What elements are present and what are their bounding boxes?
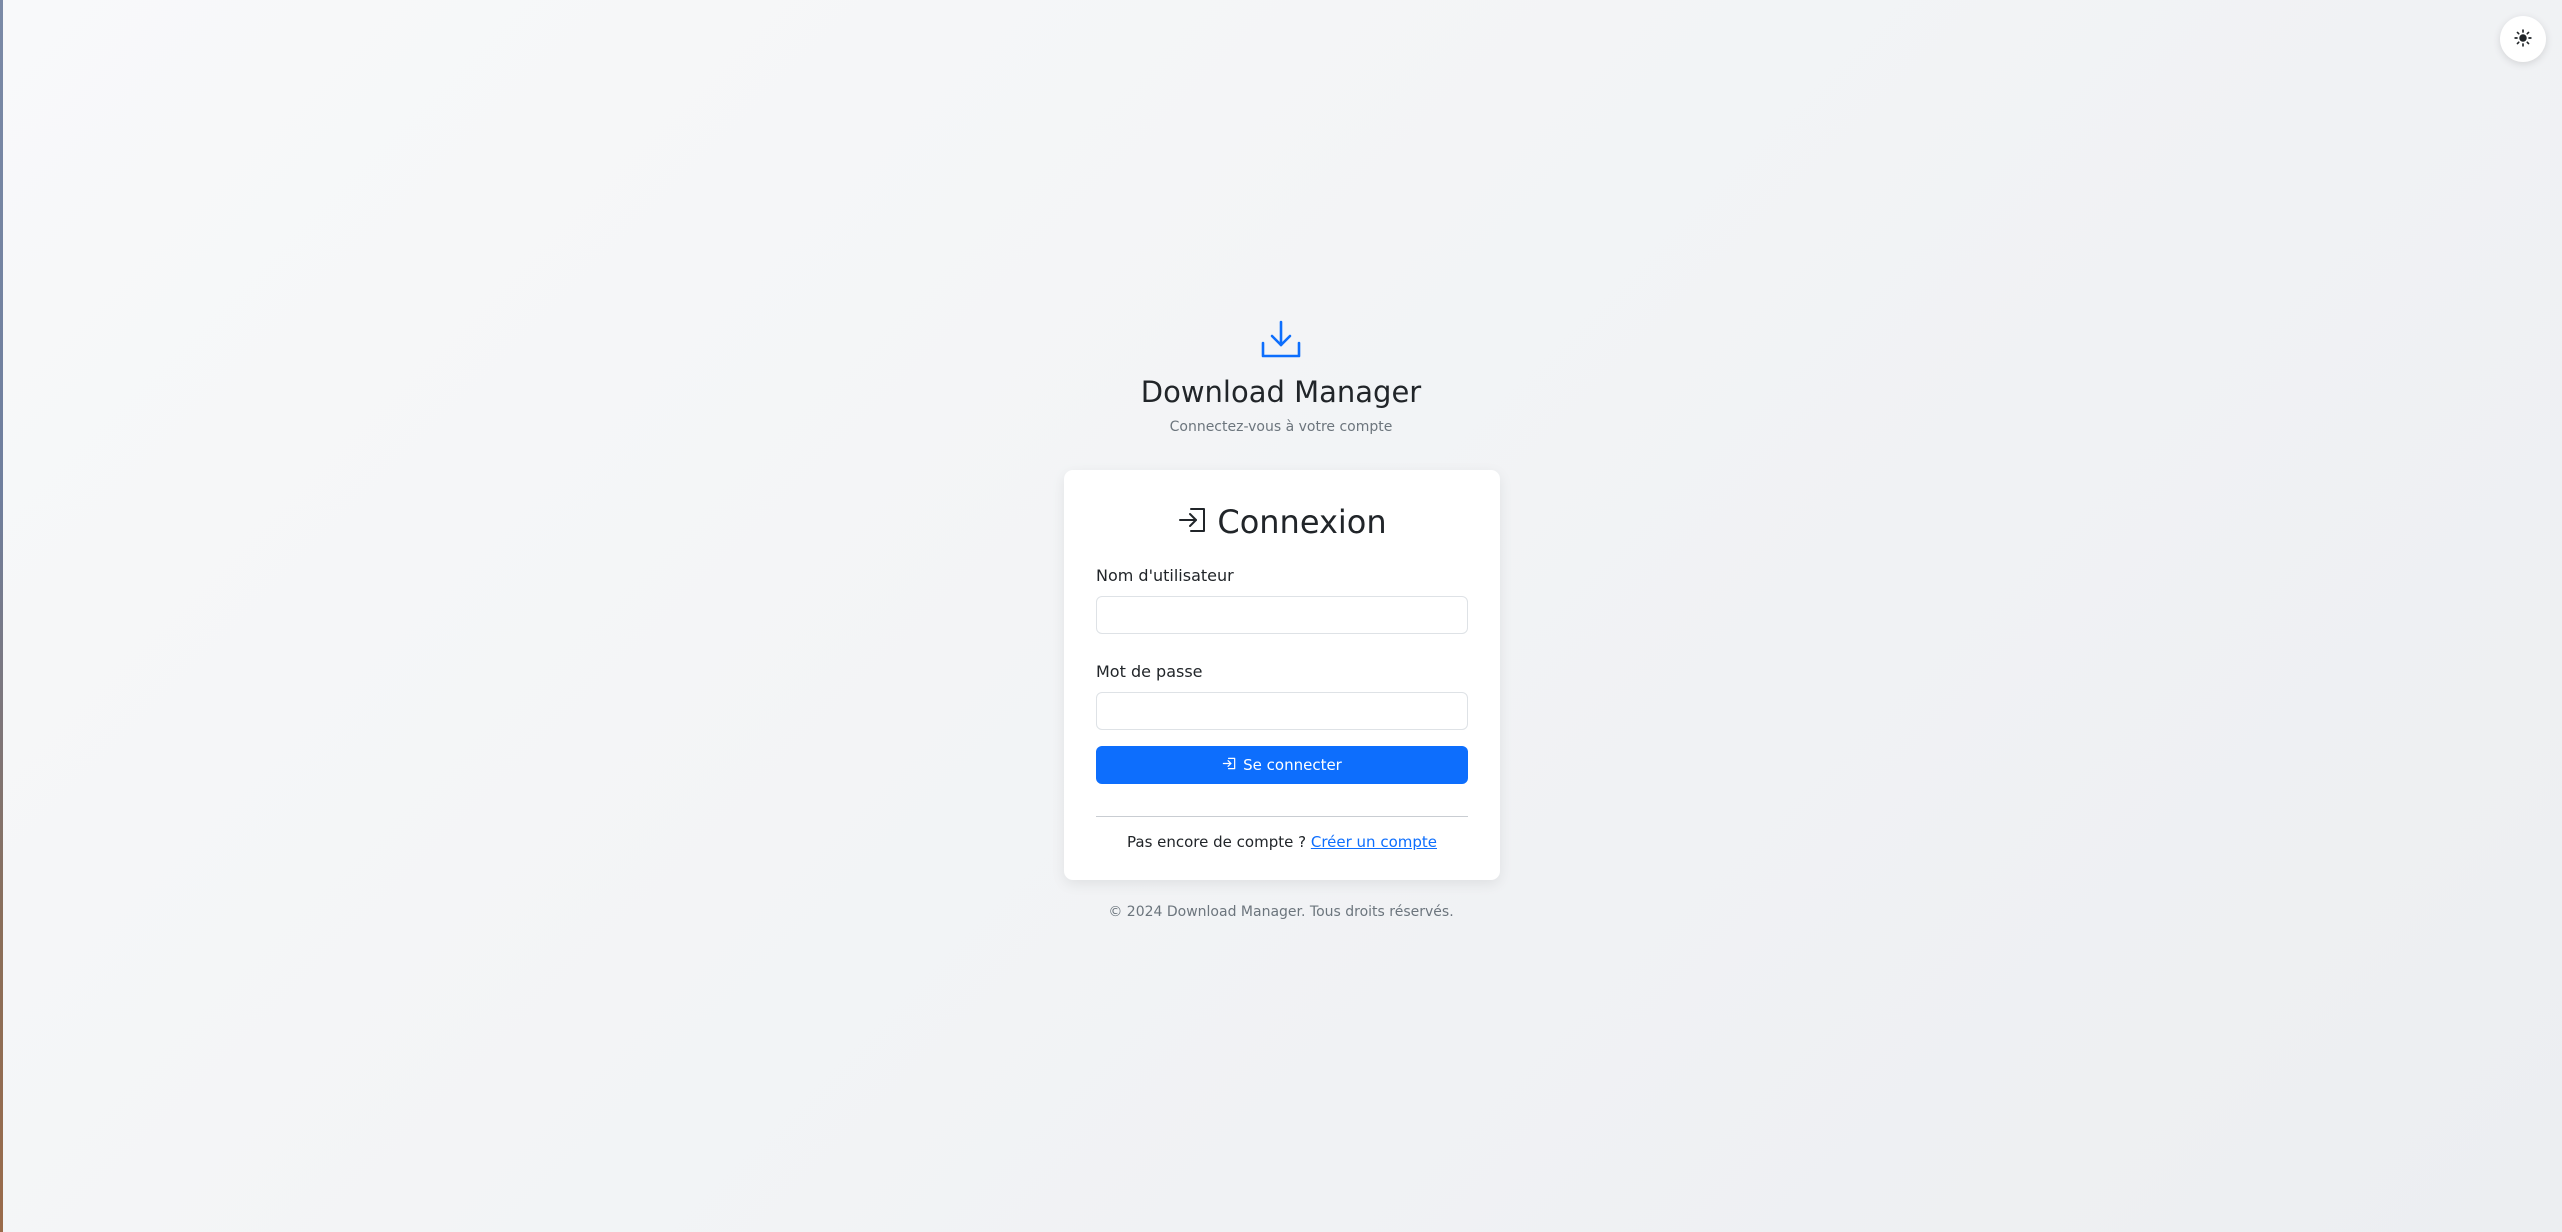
download-icon <box>1259 318 1303 362</box>
login-submit-label: Se connecter <box>1243 756 1342 774</box>
username-input[interactable] <box>1096 596 1468 634</box>
login-submit-button[interactable]: Se connecter <box>1096 746 1468 784</box>
password-label: Mot de passe <box>1096 662 1203 681</box>
brand-header: Download Manager Connectez-vous à votre … <box>0 318 2562 436</box>
login-heading: Connexion <box>1096 502 1468 542</box>
create-account-link[interactable]: Créer un compte <box>1311 833 1437 851</box>
signup-row: Pas encore de compte ? Créer un compte <box>1096 833 1468 851</box>
login-heading-text: Connexion <box>1217 503 1387 541</box>
divider <box>1096 816 1468 817</box>
app-title: Download Manager <box>1140 375 1422 409</box>
theme-toggle-button[interactable] <box>2500 16 2546 62</box>
window-edge <box>0 0 3 1232</box>
password-input[interactable] <box>1096 692 1468 730</box>
app-subtitle: Connectez-vous à votre compte <box>1169 419 1393 435</box>
signup-prompt: Pas encore de compte ? <box>1127 833 1307 851</box>
footer-copyright: © 2024 Download Manager. Tous droits rés… <box>1108 904 1454 920</box>
sign-in-icon <box>1222 756 1237 775</box>
sign-in-icon <box>1177 504 1209 540</box>
sun-icon <box>2514 28 2532 50</box>
login-card: Connexion Nom d'utilisateur Mot de passe… <box>1064 470 1500 880</box>
username-label: Nom d'utilisateur <box>1096 566 1234 585</box>
